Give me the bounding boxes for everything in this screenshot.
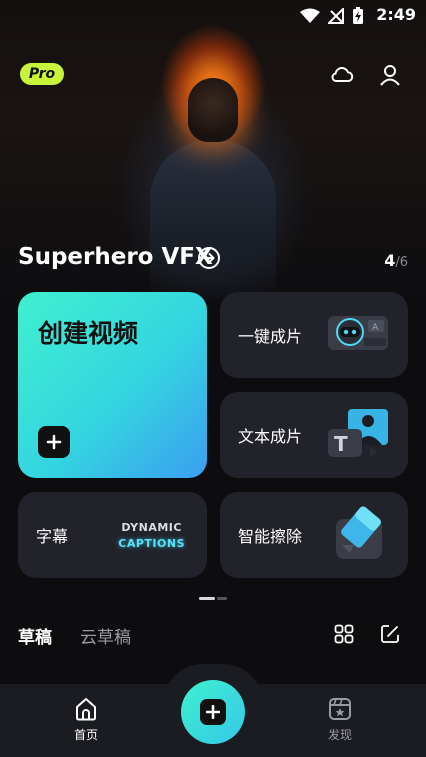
nav-discover-label: 发现 xyxy=(327,728,352,742)
hero-title[interactable]: Superhero VFX xyxy=(18,244,213,270)
plus-icon xyxy=(200,699,226,725)
robot-film-icon: A xyxy=(326,310,390,360)
dynamic-captions-art: DYNAMIC CAPTIONS xyxy=(118,520,185,552)
pager-active-segment xyxy=(199,597,215,600)
svg-text:T: T xyxy=(334,432,348,456)
hero-current-page: 4 xyxy=(384,251,396,270)
feature-pager-indicator xyxy=(199,597,227,600)
cloud-icon[interactable] xyxy=(329,62,355,88)
subtitles-card[interactable]: 字幕 DYNAMIC CAPTIONS xyxy=(18,492,207,578)
eraser-icon xyxy=(332,505,390,565)
new-project-fab[interactable] xyxy=(181,680,245,744)
pager-inactive-segment xyxy=(217,597,227,600)
tab-drafts[interactable]: 草稿 xyxy=(18,623,52,648)
discover-icon xyxy=(329,698,351,720)
text-person-icon: T xyxy=(326,407,390,463)
plus-icon xyxy=(38,426,70,458)
text-to-video-card[interactable]: 文本成片 T xyxy=(220,392,408,478)
create-video-card[interactable]: 创建视频 xyxy=(18,292,207,478)
captions-art-line2: CAPTIONS xyxy=(118,537,185,550)
nav-home-label: 首页 xyxy=(73,728,98,742)
status-time: 2:49 xyxy=(376,5,416,24)
no-signal-icon xyxy=(328,8,344,24)
smart-erase-card[interactable]: 智能擦除 xyxy=(220,492,408,578)
one-click-video-label: 一键成片 xyxy=(238,327,303,346)
nav-home[interactable]: 首页 xyxy=(56,696,116,743)
wifi-icon xyxy=(300,8,320,23)
battery-charging-icon xyxy=(353,7,363,24)
pro-badge[interactable]: Pro xyxy=(20,63,64,85)
hero-total-pages: /6 xyxy=(395,255,408,270)
captions-art-line1: DYNAMIC xyxy=(121,521,182,534)
one-click-video-card[interactable]: 一键成片 A xyxy=(220,292,408,378)
smart-erase-label: 智能擦除 xyxy=(238,527,303,546)
subtitles-label: 字幕 xyxy=(36,527,69,546)
status-icons xyxy=(300,7,364,25)
arrow-right-circle-icon[interactable] xyxy=(197,246,221,270)
create-video-label: 创建视频 xyxy=(38,319,139,348)
nav-discover[interactable]: 发现 xyxy=(310,696,370,743)
edit-icon[interactable] xyxy=(380,624,400,644)
status-bar: 2:49 xyxy=(0,0,426,30)
grid-view-icon[interactable] xyxy=(334,624,354,644)
hero-flaming-head xyxy=(188,78,238,142)
user-icon[interactable] xyxy=(377,62,403,88)
home-icon xyxy=(76,698,96,721)
svg-text:A: A xyxy=(372,323,379,333)
tab-cloud-drafts[interactable]: 云草稿 xyxy=(80,623,131,648)
hero-figure xyxy=(150,140,276,300)
text-to-video-label: 文本成片 xyxy=(238,427,303,446)
hero-page-counter: 4/6 xyxy=(384,251,408,270)
